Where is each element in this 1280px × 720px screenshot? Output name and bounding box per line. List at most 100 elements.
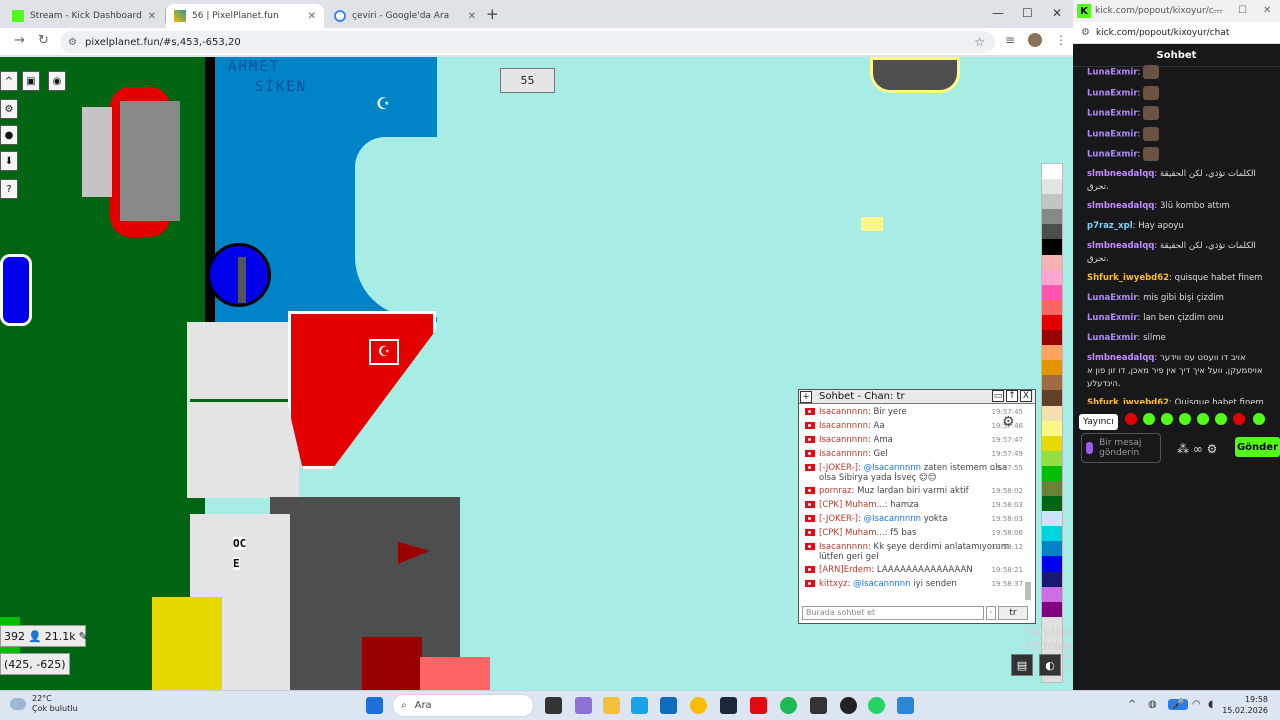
pp-chat-username[interactable]: Isacannnnn (819, 449, 868, 459)
pp-chat-username[interactable]: Isacannnnn (819, 435, 868, 445)
media-control-icon[interactable]: ≡ (1005, 33, 1015, 47)
file-explorer-icon[interactable] (603, 697, 620, 714)
palette-color-1[interactable] (1042, 179, 1062, 195)
popout-icon[interactable]: ▭ (992, 390, 1004, 402)
chevron-up-icon[interactable]: ^ (0, 71, 18, 91)
pin-icon[interactable]: ↑ (1006, 390, 1018, 402)
pp-chat-username[interactable]: [-JOKER-] (819, 463, 858, 473)
chat-language-select[interactable]: tr (998, 606, 1028, 620)
kick-username[interactable]: slmbneadalqq (1087, 201, 1154, 211)
new-tab-button[interactable]: + (486, 5, 499, 23)
emote-icon[interactable] (1161, 413, 1173, 425)
kick-username[interactable]: slmbneadalqq (1087, 353, 1154, 363)
palette-color-6[interactable] (1042, 254, 1062, 270)
pp-chat-username[interactable]: [CPK] Muham... (819, 528, 885, 538)
kick-username[interactable]: Shfurk_iwyebd62 (1087, 398, 1169, 405)
palette-color-22[interactable] (1042, 496, 1062, 512)
palette-color-0[interactable] (1042, 164, 1062, 180)
wifi-icon[interactable]: ◠ (1192, 699, 1201, 710)
close-window-button[interactable]: ✕ (1052, 6, 1062, 20)
pixel-canvas[interactable]: AHMET SİKEN ☪ ☪ OC E 55 ^ ▣ ◉ ⚙ ● ⬇ ? 39… (0, 57, 1073, 690)
palette-color-24[interactable] (1042, 526, 1062, 542)
kick-username[interactable]: LunaExmir (1087, 333, 1138, 343)
weather-widget[interactable]: 22°C Çok bulutlu (10, 694, 78, 714)
tab-google-search[interactable]: çeviri - Google'da Ara ✕ (326, 4, 484, 28)
site-info-icon[interactable]: ⚙ (68, 37, 77, 48)
copilot-icon[interactable] (575, 697, 592, 714)
download-icon[interactable]: ⬇ (0, 151, 18, 171)
taskview-icon[interactable] (545, 697, 562, 714)
close-window-button[interactable]: ✕ (1263, 5, 1271, 16)
palette-toggle-icon[interactable]: ▣ (22, 71, 40, 91)
palette-color-12[interactable] (1042, 345, 1062, 361)
steam-icon[interactable] (720, 697, 737, 714)
palette-color-25[interactable] (1042, 541, 1062, 557)
taskbar-clock[interactable]: 19:58 15.02.2026 (1222, 694, 1268, 716)
pp-chat-username[interactable]: Isacannnnn (819, 407, 868, 417)
kick-username[interactable]: LunaExmir (1087, 109, 1138, 119)
emoji-button[interactable]: · (986, 606, 996, 620)
chrome-icon[interactable] (690, 697, 707, 714)
start-windows-icon[interactable] (366, 697, 383, 714)
palette-color-7[interactable] (1042, 269, 1062, 285)
settings-gear-icon[interactable]: ⚙ (0, 99, 18, 119)
emote-icon[interactable] (1143, 413, 1155, 425)
add-channel-button[interactable]: + (800, 390, 812, 403)
palette-color-18[interactable] (1042, 435, 1062, 451)
pp-chat-input[interactable]: Burada sohbet et (802, 606, 984, 620)
emote-icon[interactable] (1233, 413, 1245, 425)
back-arrow-icon[interactable]: → (14, 33, 25, 48)
palette-button-icon[interactable]: ◐ (1039, 654, 1061, 676)
palette-color-20[interactable] (1042, 465, 1062, 481)
minimize-button[interactable]: — (992, 6, 1004, 20)
palette-color-17[interactable] (1042, 420, 1062, 436)
media-app-icon[interactable] (750, 697, 767, 714)
emote-icon[interactable] (1197, 413, 1209, 425)
menu-kebab-icon[interactable]: ⋮ (1055, 33, 1067, 47)
whatsapp-icon[interactable] (868, 697, 885, 714)
kick-input-extra-icons[interactable]: ⁂ ∞ ⚙ (1177, 442, 1217, 456)
palette-color-16[interactable] (1042, 405, 1062, 421)
emote-icon[interactable] (1253, 413, 1265, 425)
color-palette[interactable] (1041, 163, 1063, 683)
bookmark-star-icon[interactable]: ☆ (974, 35, 985, 49)
profile-avatar[interactable] (1028, 33, 1042, 47)
spotify-icon[interactable] (780, 697, 797, 714)
palette-color-5[interactable] (1042, 239, 1062, 255)
address-bar[interactable]: ⚙ pixelplanet.fun/#s,453,-653,20 ☆ (60, 31, 995, 53)
pp-chat-username[interactable]: Isacannnnn (819, 421, 868, 431)
palette-color-8[interactable] (1042, 284, 1062, 300)
kick-url-bar[interactable]: ⚙ kick.com/popout/kixoyur/chat (1073, 22, 1280, 44)
chat-scrollbar[interactable] (1025, 582, 1031, 600)
site-info-icon[interactable]: ⚙ (1081, 27, 1090, 38)
kick-username[interactable]: Shfurk_iwyebd62 (1087, 273, 1169, 283)
kick-url-text[interactable]: kick.com/popout/kixoyur/chat (1096, 28, 1229, 38)
kick-username[interactable]: slmbneadalqq (1087, 241, 1154, 251)
kick-username[interactable]: slmbneadalqq (1087, 169, 1154, 179)
outlook-icon[interactable] (660, 697, 677, 714)
emote-icon[interactable] (1125, 413, 1137, 425)
maximize-button[interactable]: ☐ (1022, 6, 1033, 20)
kick-username[interactable]: p7raz_xpl (1087, 221, 1133, 231)
palette-color-4[interactable] (1042, 224, 1062, 240)
user-icon[interactable]: ● (0, 125, 18, 145)
kick-username[interactable]: LunaExmir (1087, 293, 1138, 303)
reload-icon[interactable]: ↻ (38, 33, 49, 48)
taskbar-search[interactable]: ⌕ Ara (392, 694, 534, 717)
kick-username[interactable]: LunaExmir (1087, 313, 1138, 323)
maximize-button[interactable]: ☐ (1238, 5, 1247, 16)
volume-icon[interactable]: ◖ (1208, 699, 1213, 710)
pp-chat-username[interactable]: [CPK] Muham... (819, 500, 885, 510)
close-tab-icon[interactable]: ✕ (308, 11, 316, 22)
palette-color-27[interactable] (1042, 571, 1062, 587)
close-chat-button[interactable]: X (1020, 390, 1032, 402)
palette-color-15[interactable] (1042, 390, 1062, 406)
pp-chat-username[interactable]: [-JOKER-] (819, 514, 858, 524)
chevron-up-icon[interactable]: ^ (1128, 699, 1136, 710)
kick-username[interactable]: LunaExmir (1087, 150, 1138, 160)
url-text[interactable]: pixelplanet.fun/#s,453,-653,20 (85, 37, 241, 48)
pp-chat-username[interactable]: Isacannnnn (819, 542, 868, 552)
palette-color-11[interactable] (1042, 330, 1062, 346)
palette-color-9[interactable] (1042, 299, 1062, 315)
palette-color-21[interactable] (1042, 480, 1062, 497)
